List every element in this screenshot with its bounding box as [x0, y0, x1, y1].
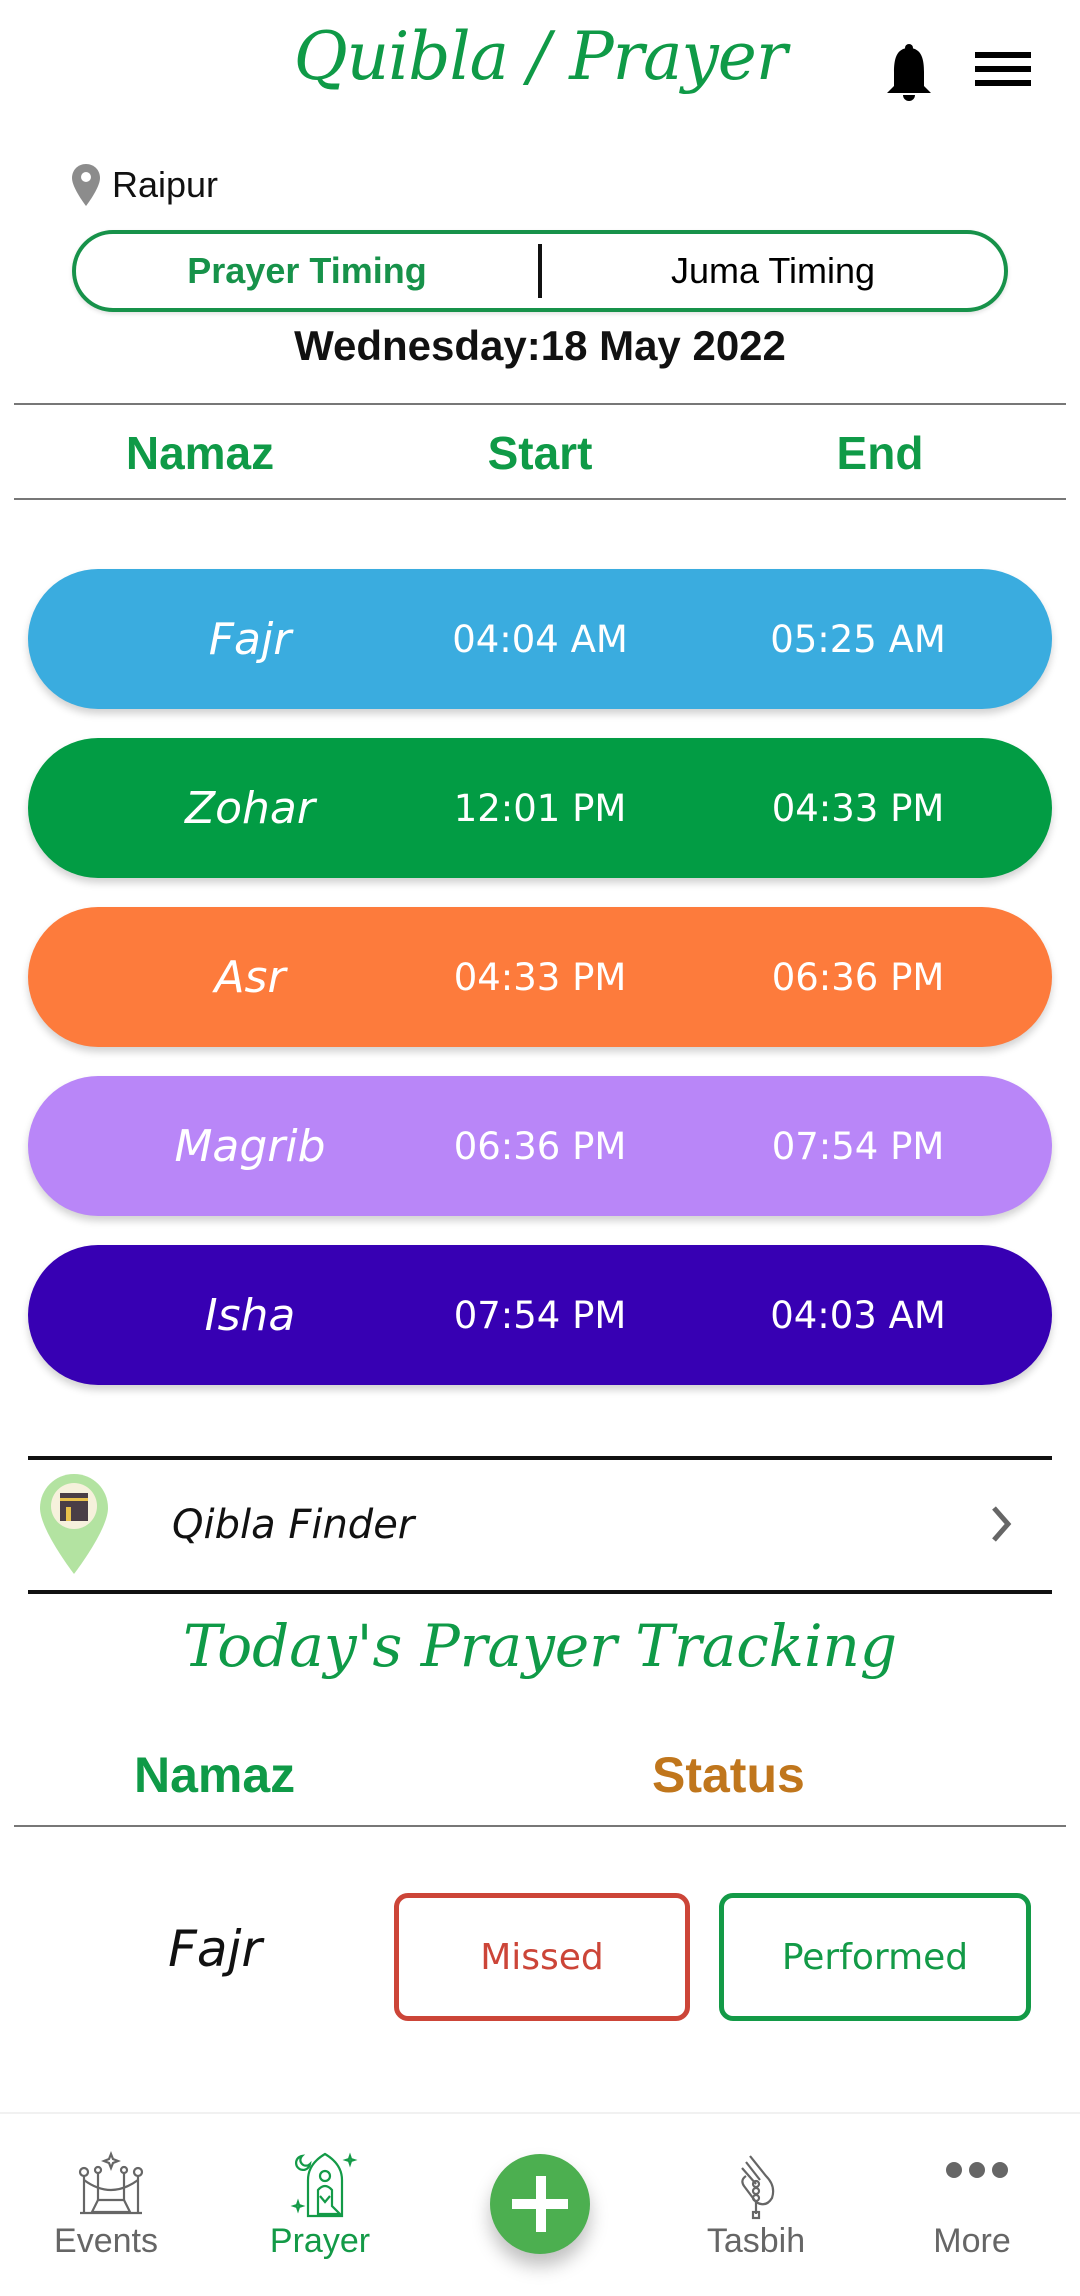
column-header-end: End — [836, 427, 924, 479]
app-header: Quibla / Prayer — [0, 0, 1080, 140]
prayer-start-time: 06:36 PM — [453, 1124, 627, 1168]
column-header-namaz: Namaz — [125, 427, 275, 479]
prayer-end-time: 04:33 PM — [771, 786, 945, 830]
prayer-row-fajr[interactable]: Fajr 04:04 AM 05:25 AM — [28, 569, 1052, 709]
prayer-end-time: 04:03 AM — [770, 1293, 946, 1337]
nav-item-tasbih[interactable]: Tasbih — [656, 2114, 856, 2296]
nav-item-prayer[interactable]: Prayer — [220, 2114, 420, 2296]
performed-button[interactable]: Performed — [719, 1893, 1031, 2021]
prayer-name: Fajr — [208, 613, 292, 665]
prayer-row-zohar[interactable]: Zohar 12:01 PM 04:33 PM — [28, 738, 1052, 878]
prayer-start-time: 07:54 PM — [453, 1293, 627, 1337]
tab-prayer-timing[interactable]: Prayer Timing — [76, 250, 538, 292]
kaaba-location-pin-icon — [40, 1474, 108, 1574]
bell-icon[interactable] — [884, 42, 934, 102]
divider — [14, 498, 1066, 500]
add-button[interactable] — [490, 2154, 590, 2254]
prayer-row-isha[interactable]: Isha 07:54 PM 04:03 AM — [28, 1245, 1052, 1385]
current-date: Wednesday:18 May 2022 — [294, 322, 786, 369]
divider — [28, 1590, 1052, 1594]
chevron-right-icon — [992, 1506, 1012, 1542]
divider — [14, 403, 1066, 405]
qibla-finder-label: Qibla Finder — [172, 1502, 415, 1548]
tasbih-hand-icon — [741, 2155, 775, 2220]
prayer-name: Isha — [204, 1289, 296, 1341]
prayer-end-time: 06:36 PM — [771, 955, 945, 999]
prayer-name: Zohar — [184, 782, 315, 834]
hamburger-menu-icon[interactable] — [975, 52, 1031, 92]
prayer-start-time: 12:01 PM — [453, 786, 627, 830]
praying-person-icon — [290, 2152, 358, 2218]
tracking-column-status: Status — [652, 1747, 805, 1803]
location[interactable]: Raipur — [72, 160, 218, 210]
nav-label: Prayer — [269, 2222, 371, 2260]
events-stanchion-icon — [78, 2151, 144, 2215]
tracking-column-namaz: Namaz — [134, 1747, 296, 1803]
nav-label: Tasbih — [706, 2222, 806, 2260]
timing-segmented-control: Prayer Timing Juma Timing — [72, 230, 1008, 312]
nav-label: Events — [54, 2222, 158, 2260]
tracking-prayer-name: Fajr — [168, 1920, 262, 1978]
more-dots-icon — [946, 2162, 1008, 2178]
tracking-title: Today's Prayer Tracking — [183, 1612, 897, 1680]
missed-button[interactable]: Missed — [394, 1893, 690, 2021]
prayer-start-time: 04:04 AM — [452, 617, 628, 661]
divider — [28, 1456, 1052, 1460]
nav-item-events[interactable]: Events — [6, 2114, 206, 2296]
qibla-finder-link[interactable]: Qibla Finder — [28, 1462, 1052, 1588]
tab-juma-timing[interactable]: Juma Timing — [542, 250, 1004, 292]
prayer-start-time: 04:33 PM — [453, 955, 627, 999]
prayer-end-time: 05:25 AM — [770, 617, 946, 661]
nav-label: More — [933, 2222, 1011, 2260]
nav-item-more[interactable]: More — [872, 2114, 1072, 2296]
prayer-end-time: 07:54 PM — [771, 1124, 945, 1168]
column-header-start: Start — [487, 427, 593, 479]
map-pin-icon — [72, 164, 100, 206]
location-city: Raipur — [112, 164, 219, 205]
prayer-row-magrib[interactable]: Magrib 06:36 PM 07:54 PM — [28, 1076, 1052, 1216]
prayer-row-asr[interactable]: Asr 04:33 PM 06:36 PM — [28, 907, 1052, 1047]
prayer-name: Asr — [214, 951, 286, 1003]
divider — [14, 1825, 1066, 1827]
prayer-name: Magrib — [174, 1120, 326, 1172]
